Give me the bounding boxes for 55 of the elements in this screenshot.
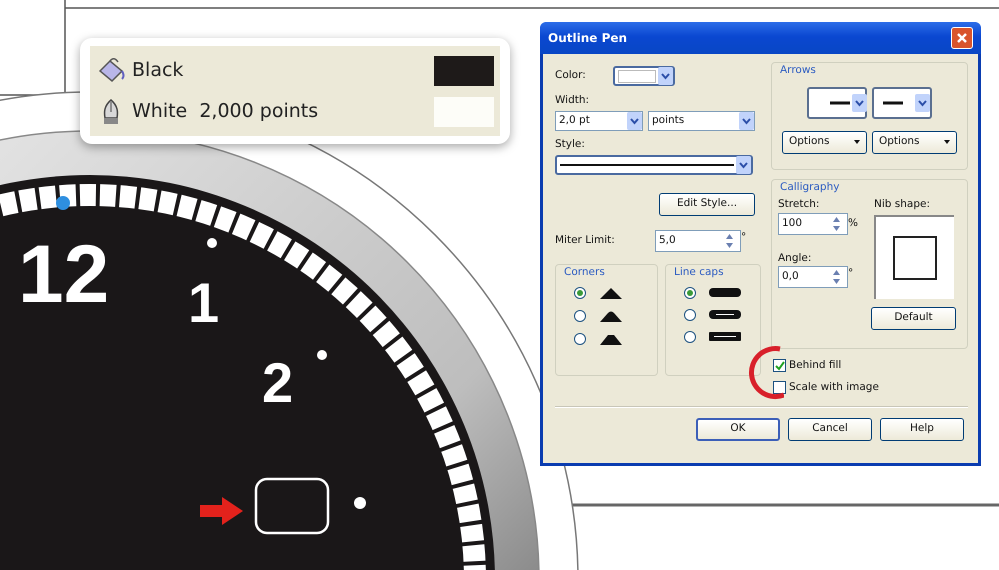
- close-button[interactable]: [951, 27, 973, 49]
- cancel-button[interactable]: Cancel: [788, 418, 872, 440]
- status-text: White 2,000 points: [132, 99, 318, 124]
- arrowhead-dropdown[interactable]: [872, 86, 932, 119]
- default-button[interactable]: Default: [871, 306, 956, 330]
- paint-bucket-icon: [96, 56, 126, 84]
- help-button[interactable]: Help: [880, 418, 964, 440]
- stretch-field[interactable]: 100: [778, 212, 848, 234]
- square-nib-icon: [893, 236, 937, 280]
- degree-unit: °: [741, 230, 746, 244]
- checkbox-label: Behind fill: [789, 358, 842, 373]
- close-icon: [956, 32, 968, 44]
- radio-button[interactable]: [684, 286, 696, 299]
- spinner-arrows-icon: [830, 268, 843, 286]
- stretch-label: Stretch:: [778, 196, 820, 212]
- window-title: Outline Pen: [548, 30, 628, 47]
- group-title: Line caps: [672, 264, 726, 280]
- radio-button[interactable]: [574, 310, 586, 322]
- arrowhead-dropdown[interactable]: [807, 86, 867, 119]
- dial-numeral: 1: [188, 271, 220, 334]
- miter-limit-field[interactable]: 5,0: [655, 230, 741, 252]
- angle-label: Angle:: [778, 250, 812, 266]
- line-style-dropdown[interactable]: [555, 154, 753, 174]
- radio-button[interactable]: [684, 330, 696, 343]
- ok-button[interactable]: OK: [696, 418, 780, 440]
- spinner-arrows-icon: [830, 214, 843, 232]
- unit-dropdown[interactable]: points: [648, 110, 755, 131]
- spinner-arrows-icon: [723, 232, 736, 250]
- caret-icon: [944, 140, 950, 144]
- checkbox-label: Scale with image: [789, 380, 879, 395]
- radio-button[interactable]: [574, 287, 586, 300]
- dial-numeral: 2: [262, 351, 294, 414]
- circle-annotation: [748, 346, 784, 400]
- dial-numeral: 12: [18, 229, 110, 320]
- options-button[interactable]: Options: [782, 130, 867, 154]
- nib-shape-label: Nib shape:: [874, 196, 931, 212]
- color-label: Color:: [555, 68, 587, 84]
- options-button[interactable]: Options: [872, 130, 957, 154]
- checkbox[interactable]: [773, 381, 786, 394]
- corner-style-icon: [598, 285, 624, 302]
- width-dropdown[interactable]: 2,0 pt: [555, 110, 643, 131]
- checkbox[interactable]: [773, 359, 786, 372]
- miter-limit-label: Miter Limit:: [555, 232, 616, 248]
- style-label: Style:: [555, 136, 586, 152]
- arrow-icon: [200, 497, 243, 525]
- edit-style-button[interactable]: Edit Style...: [659, 192, 755, 216]
- angle-field[interactable]: 0,0: [778, 266, 848, 288]
- unit-label: °: [848, 266, 854, 282]
- unit-label: %: [848, 216, 858, 231]
- status-text: Black: [132, 58, 184, 84]
- color-picker[interactable]: [613, 66, 675, 86]
- radio-button[interactable]: [574, 333, 586, 346]
- radio-button[interactable]: [684, 308, 696, 321]
- width-label: Width:: [555, 93, 590, 108]
- caret-icon: [854, 140, 860, 144]
